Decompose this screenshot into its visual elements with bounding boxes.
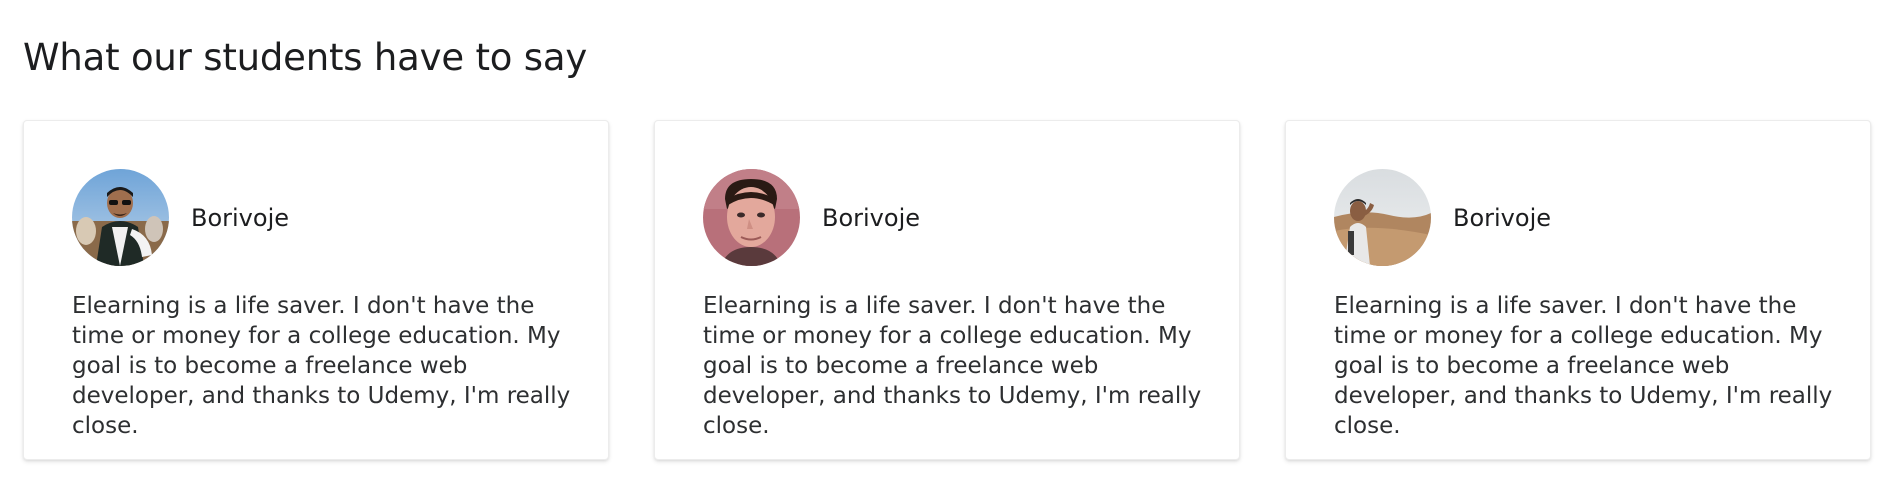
testimonial-card: Borivoje Elearning is a life saver. I do… xyxy=(654,120,1240,460)
section-title: What our students have to say xyxy=(23,36,588,79)
student-name: Borivoje xyxy=(1453,203,1552,232)
testimonial-card: Borivoje Elearning is a life saver. I do… xyxy=(23,120,609,460)
testimonial-header: Borivoje xyxy=(72,169,289,266)
student-photo-icon xyxy=(703,169,800,266)
student-avatar xyxy=(1334,169,1431,266)
student-avatar xyxy=(703,169,800,266)
student-avatar xyxy=(72,169,169,266)
testimonial-header: Borivoje xyxy=(703,169,920,266)
testimonials-section: What our students have to say Borivoje E… xyxy=(0,0,1887,498)
student-name: Borivoje xyxy=(191,203,290,232)
testimonial-quote: Elearning is a life saver. I don't have … xyxy=(1334,293,1833,439)
student-photo-icon xyxy=(1334,169,1431,266)
student-photo-icon xyxy=(72,169,169,266)
student-name: Borivoje xyxy=(822,203,921,232)
testimonial-card: Borivoje Elearning is a life saver. I do… xyxy=(1285,120,1871,460)
testimonial-list: Borivoje Elearning is a life saver. I do… xyxy=(23,120,1871,460)
testimonial-quote: Elearning is a life saver. I don't have … xyxy=(72,293,571,439)
testimonial-header: Borivoje xyxy=(1334,169,1551,266)
testimonial-quote: Elearning is a life saver. I don't have … xyxy=(703,293,1202,439)
